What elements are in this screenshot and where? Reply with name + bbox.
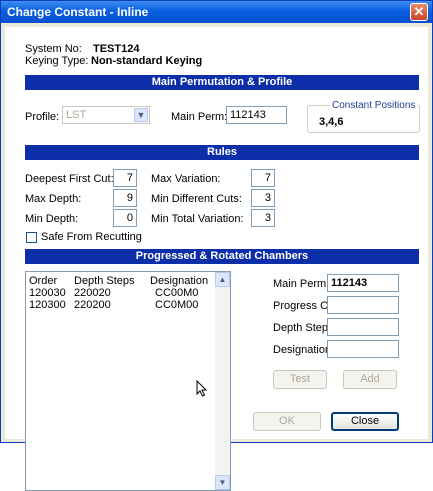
profile-select[interactable]: LST ▼ bbox=[62, 106, 150, 124]
main-permutation-header: Main Permutation & Profile bbox=[25, 75, 419, 90]
test-button[interactable]: Test bbox=[273, 370, 327, 389]
max-depth-input[interactable]: 9 bbox=[113, 189, 137, 207]
column-header-depth-steps: Depth Steps bbox=[74, 275, 135, 287]
main-perm-input[interactable]: 112143 bbox=[226, 106, 287, 124]
min-total-variation-label: Min Total Variation: bbox=[151, 213, 244, 225]
chambers-main-perm-input[interactable]: 112143 bbox=[327, 274, 399, 292]
chambers-main-perm-label: Main Perm: bbox=[273, 278, 330, 290]
row-depth-steps: 220200 bbox=[74, 299, 111, 311]
constant-positions-label: Constant Positions bbox=[330, 100, 418, 111]
constant-positions-value: 3,4,6 bbox=[319, 116, 344, 128]
min-depth-input[interactable]: 0 bbox=[113, 209, 137, 227]
max-variation-label: Max Variation: bbox=[151, 173, 221, 185]
row-order: 120300 bbox=[29, 299, 66, 311]
deepest-first-cut-label: Deepest First Cut: bbox=[25, 173, 114, 185]
list-scrollbar[interactable]: ▲ ▼ bbox=[215, 272, 230, 490]
chambers-header: Progressed & Rotated Chambers bbox=[25, 249, 419, 264]
title-bar[interactable]: Change Constant - Inline ✕ bbox=[1, 1, 432, 23]
rules-header: Rules bbox=[25, 145, 419, 160]
depth-steps-input[interactable] bbox=[327, 318, 399, 336]
column-header-order: Order bbox=[29, 275, 58, 287]
progress-order-input[interactable] bbox=[327, 296, 399, 314]
max-variation-input[interactable]: 7 bbox=[251, 169, 275, 187]
main-perm-label: Main Perm: bbox=[171, 111, 228, 123]
chevron-up-icon[interactable]: ▲ bbox=[215, 272, 230, 287]
ok-button[interactable]: OK bbox=[253, 412, 321, 431]
safe-from-recutting-checkbox[interactable] bbox=[26, 232, 37, 243]
profile-value: LST bbox=[66, 109, 87, 121]
deepest-first-cut-input[interactable]: 7 bbox=[113, 169, 137, 187]
system-no-value: TEST124 bbox=[93, 43, 140, 55]
close-window-button[interactable]: ✕ bbox=[410, 3, 428, 21]
system-no-label: System No: bbox=[25, 43, 82, 55]
mouse-cursor-icon bbox=[196, 380, 208, 397]
min-total-variation-input[interactable]: 3 bbox=[251, 209, 275, 227]
designation-label: Designation: bbox=[273, 344, 335, 356]
profile-label: Profile: bbox=[25, 111, 60, 123]
chevron-down-icon[interactable]: ▼ bbox=[215, 475, 230, 490]
keying-type-label: Keying Type: bbox=[25, 55, 89, 67]
designation-input[interactable] bbox=[327, 340, 399, 358]
constant-positions-group: Constant Positions 3,4,6 bbox=[307, 100, 420, 133]
safe-from-recutting-label: Safe From Recutting bbox=[41, 231, 142, 243]
min-different-cuts-input[interactable]: 3 bbox=[251, 189, 275, 207]
add-button[interactable]: Add bbox=[343, 370, 397, 389]
row-designation: CC00M0 bbox=[155, 287, 199, 299]
row-order: 120030 bbox=[29, 287, 66, 299]
keying-type-value: Non-standard Keying bbox=[91, 55, 203, 67]
row-depth-steps: 220020 bbox=[74, 287, 111, 299]
max-depth-label: Max Depth: bbox=[25, 193, 82, 205]
window-title: Change Constant - Inline bbox=[7, 5, 149, 19]
row-designation: CC0M00 bbox=[155, 299, 199, 311]
close-button[interactable]: Close bbox=[331, 412, 399, 431]
dialog-window: Change Constant - Inline ✕ System No: TE… bbox=[0, 0, 433, 491]
chambers-list[interactable]: Order Depth Steps Designation 120030 220… bbox=[25, 271, 231, 491]
min-different-cuts-label: Min Different Cuts: bbox=[151, 193, 242, 205]
min-depth-label: Min Depth: bbox=[25, 213, 79, 225]
dialog-body: System No: TEST124 Keying Type: Non-stan… bbox=[5, 27, 428, 491]
column-header-designation: Designation bbox=[150, 275, 209, 287]
chevron-down-icon[interactable]: ▼ bbox=[134, 108, 148, 122]
